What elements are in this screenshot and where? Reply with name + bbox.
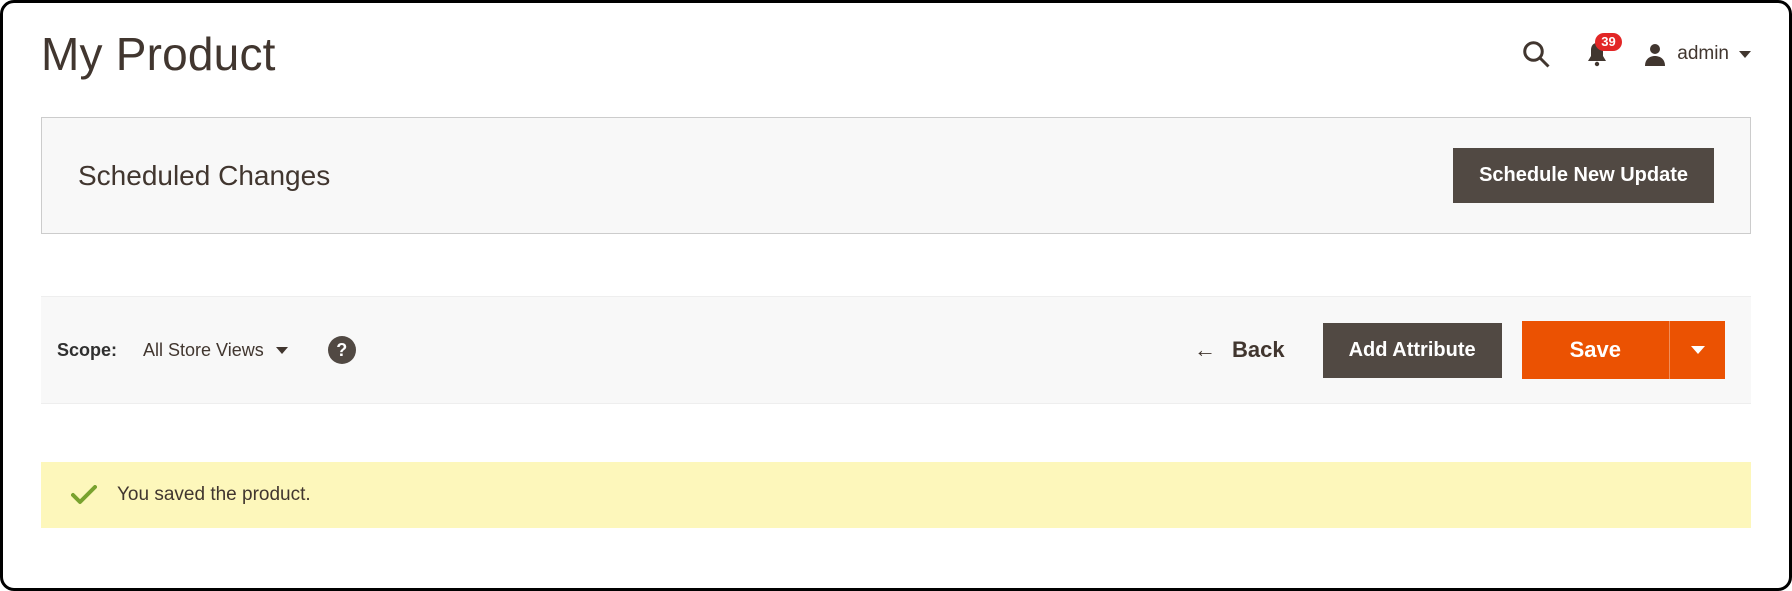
help-icon[interactable]: ? — [328, 336, 356, 364]
notifications-button[interactable]: 39 — [1585, 41, 1609, 67]
notification-badge: 39 — [1595, 33, 1621, 51]
save-button[interactable]: Save — [1522, 321, 1669, 379]
back-button[interactable]: ← Back — [1176, 325, 1303, 375]
scope-value: All Store Views — [143, 340, 264, 361]
save-button-group: Save — [1522, 321, 1725, 379]
user-menu[interactable]: admin — [1643, 42, 1751, 66]
add-attribute-button[interactable]: Add Attribute — [1323, 323, 1502, 378]
page-header: My Product 39 admin — [41, 27, 1751, 81]
chevron-down-icon — [276, 347, 288, 354]
success-message: You saved the product. — [41, 462, 1751, 528]
arrow-left-icon: ← — [1194, 339, 1216, 361]
toolbar-left: Scope: All Store Views ? — [57, 336, 356, 364]
user-name-label: admin — [1677, 43, 1729, 65]
scope-selector[interactable]: All Store Views — [143, 340, 288, 361]
save-dropdown-button[interactable] — [1669, 321, 1725, 379]
schedule-new-update-button[interactable]: Schedule New Update — [1453, 148, 1714, 203]
chevron-down-icon — [1691, 346, 1705, 354]
check-icon — [71, 485, 97, 505]
back-label: Back — [1232, 337, 1285, 363]
toolbar-right: ← Back Add Attribute Save — [1176, 321, 1725, 379]
chevron-down-icon — [1739, 51, 1751, 58]
header-actions: 39 admin — [1521, 39, 1751, 69]
search-button[interactable] — [1521, 39, 1551, 69]
scheduled-changes-title: Scheduled Changes — [78, 160, 330, 192]
search-icon — [1521, 39, 1551, 69]
success-message-text: You saved the product. — [117, 484, 311, 506]
scheduled-changes-panel: Scheduled Changes Schedule New Update — [41, 117, 1751, 234]
scope-label: Scope: — [57, 340, 117, 361]
action-toolbar: Scope: All Store Views ? ← Back Add Attr… — [41, 296, 1751, 404]
user-icon — [1643, 42, 1667, 66]
page-title: My Product — [41, 27, 276, 81]
